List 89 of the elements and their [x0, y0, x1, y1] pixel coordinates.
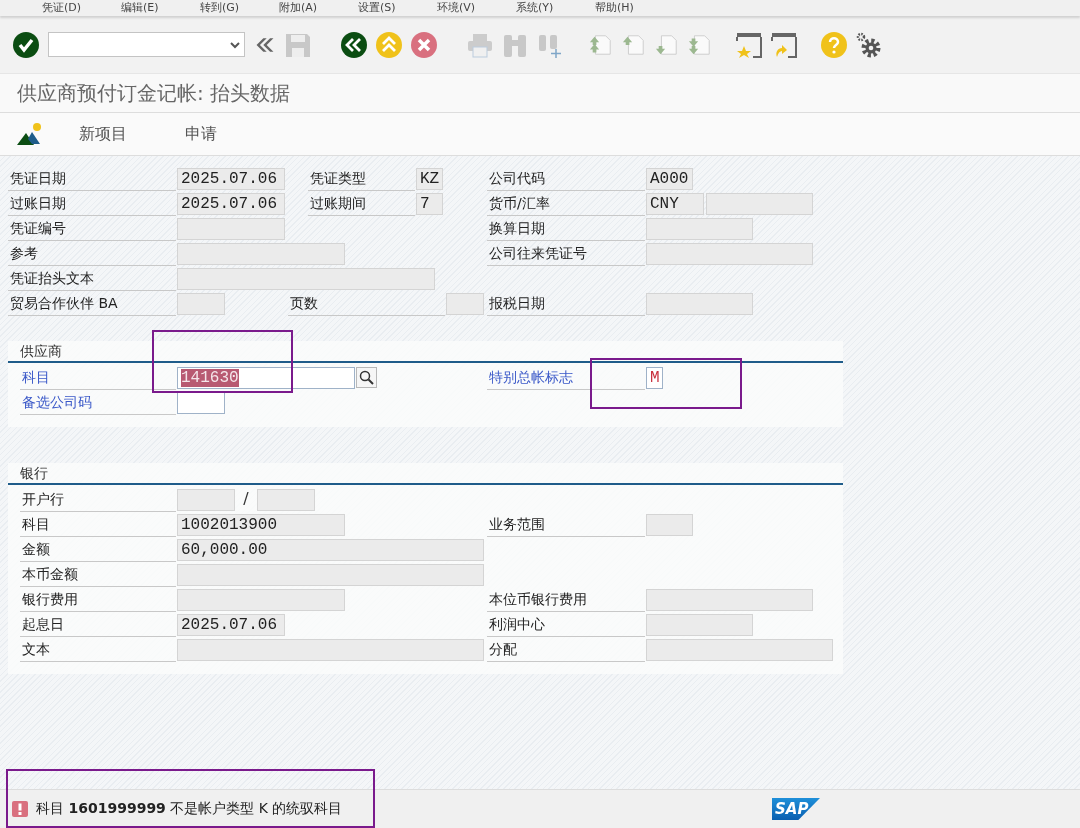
command-field[interactable]	[48, 32, 245, 57]
input-field[interactable]: M	[646, 366, 663, 389]
field-label: 页数	[288, 291, 445, 316]
menu-item[interactable]: 帮助(H)	[595, 1, 674, 15]
menu-item[interactable]: 编辑(E)	[121, 1, 200, 15]
up-icon[interactable]	[376, 31, 402, 58]
input-field[interactable]	[646, 217, 753, 240]
check-icon[interactable]	[13, 31, 39, 58]
back-icon[interactable]	[341, 31, 367, 58]
input-field[interactable]	[646, 242, 813, 265]
help-icon[interactable]	[821, 31, 847, 58]
input-field[interactable]	[177, 588, 345, 611]
menu-item[interactable]: 凭证(D)	[42, 1, 121, 15]
input-field[interactable]	[177, 292, 225, 315]
toolbar-button[interactable]: 申请	[185, 123, 217, 145]
group-title: 供应商	[20, 342, 63, 361]
field-label: 利润中心	[487, 612, 645, 637]
mountain-icon[interactable]	[17, 123, 43, 145]
input-field[interactable]	[646, 588, 813, 611]
input-field[interactable]	[177, 217, 285, 240]
menu-item[interactable]: 转到(G)	[200, 1, 279, 15]
toolbar-button[interactable]: 新项目	[79, 123, 127, 145]
field-label: 科目	[20, 365, 176, 390]
input-field[interactable]: 2025.07.06	[177, 192, 285, 215]
status-message: 科目 1601999999 不是帐户类型 K 的统驭科目	[36, 800, 343, 818]
field-label: 业务范围	[487, 512, 645, 537]
logo: SAP	[772, 798, 820, 820]
menu-item[interactable]: 系统(Y)	[516, 1, 595, 15]
input-field[interactable]: 2025.07.06	[177, 167, 285, 190]
input-field[interactable]: 60,000.00	[177, 538, 484, 561]
field-label: 过账期间	[308, 191, 415, 216]
field-label: 凭证编号	[8, 216, 176, 241]
field-label: 本位币银行费用	[487, 587, 645, 612]
input-field[interactable]	[706, 192, 813, 215]
input-field[interactable]: A000	[646, 167, 693, 190]
field-label: 金额	[20, 537, 176, 562]
field-label: 备选公司码	[20, 390, 176, 415]
input-field[interactable]: 141630	[177, 366, 355, 389]
input-field[interactable]	[177, 638, 484, 661]
input-field[interactable]: 2025.07.06	[177, 613, 285, 636]
input-field[interactable]: 1002013900	[177, 513, 345, 536]
error-icon	[12, 801, 28, 817]
field-label: 银行费用	[20, 587, 176, 612]
window-star-icon[interactable]	[736, 31, 762, 58]
input-field[interactable]: CNY	[646, 192, 704, 215]
field-label: 货币/汇率	[487, 191, 645, 216]
input-field[interactable]	[177, 267, 435, 290]
field-label: 文本	[20, 637, 176, 662]
field-label: 起息日	[20, 612, 176, 637]
input-field[interactable]	[646, 513, 693, 536]
input-field[interactable]	[177, 563, 484, 586]
field-label: 报税日期	[487, 291, 645, 316]
field-label: 特别总帐标志	[487, 365, 645, 390]
field-label: 凭证类型	[308, 166, 415, 191]
field-label: 分配	[487, 637, 645, 662]
input-field[interactable]	[257, 488, 315, 511]
menu-item[interactable]: 环境(V)	[437, 1, 516, 15]
cancel-icon[interactable]	[411, 31, 437, 58]
search-button[interactable]	[356, 367, 377, 388]
group-title: 银行	[20, 464, 49, 483]
input-field[interactable]	[177, 242, 345, 265]
field-label: 参考	[8, 241, 176, 266]
page-title: 供应商预付订金记帐: 抬头数据	[17, 79, 291, 107]
field-label: 本币金额	[20, 562, 176, 587]
field-label: 开户行	[20, 487, 176, 512]
field-label: 贸易合作伙伴 BA	[8, 291, 176, 316]
input-field[interactable]: KZ	[416, 167, 443, 190]
window-arrow-icon[interactable]	[771, 31, 797, 58]
separator: /	[242, 488, 250, 510]
field-label: 凭证抬头文本	[8, 266, 176, 291]
printer-icon[interactable]	[467, 31, 493, 58]
field-label: 科目	[20, 512, 176, 537]
field-label: 过账日期	[8, 191, 176, 216]
menu-item[interactable]: 附加(A)	[279, 1, 358, 15]
input-field[interactable]	[177, 391, 225, 414]
field-label: 公司代码	[487, 166, 645, 191]
input-field[interactable]	[646, 638, 833, 661]
field-label: 公司往来凭证号	[487, 241, 645, 266]
field-label: 换算日期	[487, 216, 645, 241]
input-field[interactable]: 7	[416, 192, 443, 215]
dropdown-icon[interactable]	[230, 40, 240, 49]
field-label: 凭证日期	[8, 166, 176, 191]
settings-icon[interactable]	[856, 31, 882, 58]
input-field[interactable]	[446, 292, 484, 315]
input-field[interactable]	[177, 488, 235, 511]
input-field[interactable]	[646, 292, 753, 315]
save-icon[interactable]	[285, 31, 311, 58]
menu-item[interactable]: 设置(S)	[358, 1, 437, 15]
input-field[interactable]	[646, 613, 753, 636]
